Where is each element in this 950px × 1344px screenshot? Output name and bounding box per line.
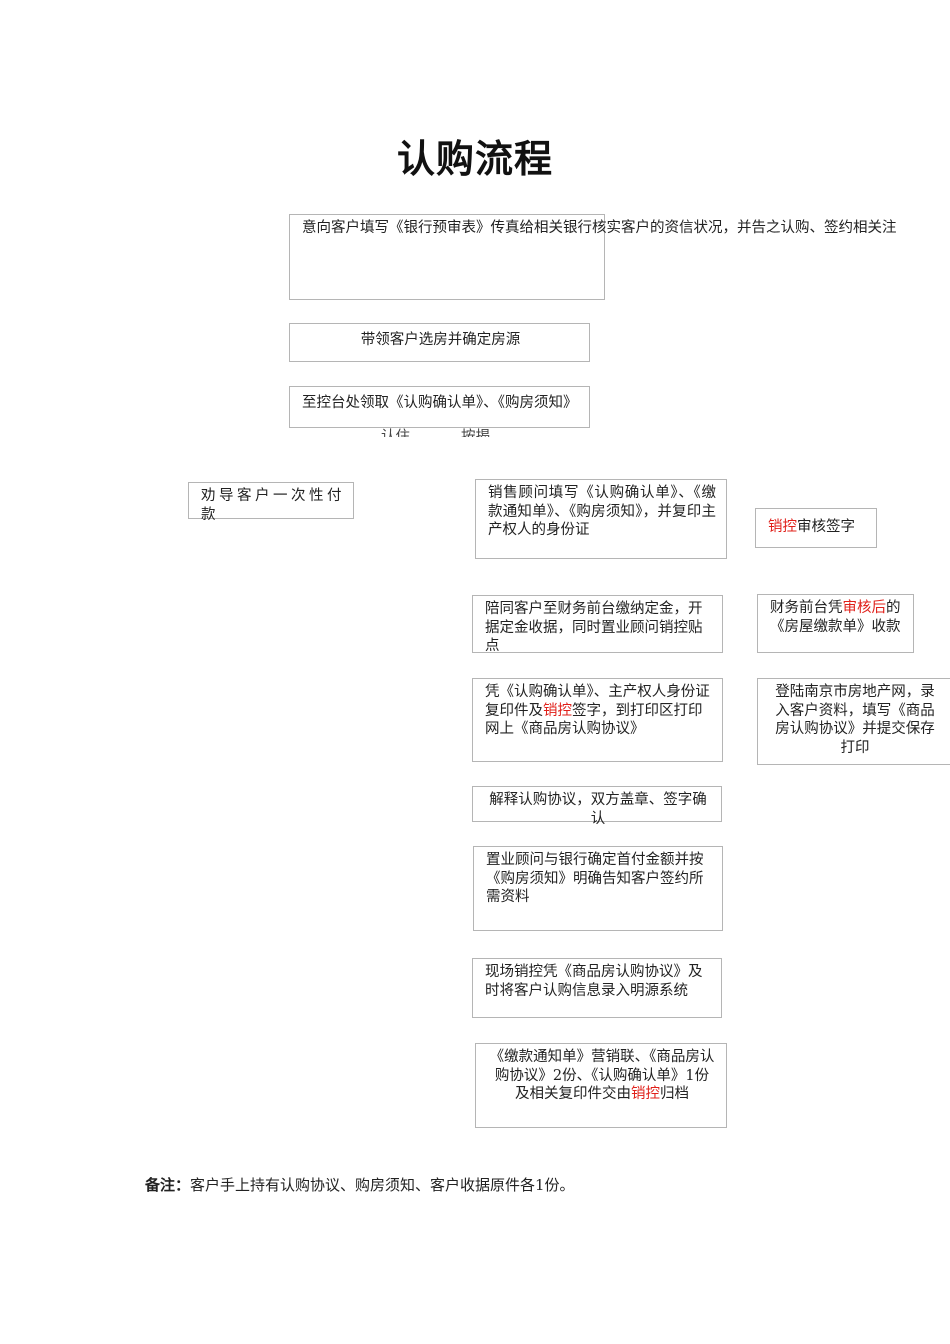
step-deposit: 陪同客户至财务前台缴纳定金，开据定金收据，同时置业顾问销控贴点 [472, 595, 723, 654]
step-nanjing-online-text: 登陆南京市房地产网，录入客户资料，填写《商品房认购协议》并提交保存打印 [775, 684, 935, 756]
step-explain-agreement: 解释认购协议，双方盖章、签字确认 [472, 786, 722, 827]
control-sign-red: 销控 [768, 519, 797, 535]
step-one-time-payment-text: 劝导客户一次性付款 [201, 488, 343, 523]
step-collect-forms: 至控台处领取《认购确认单》、《购房须知》 [289, 386, 590, 428]
control-sign-rest: 审核签字 [797, 519, 855, 535]
step-fill-forms: 销售顾问填写《认购确认单》、《缴款通知单》、《购房须知》，并复印主产权人的身份证 [475, 479, 727, 559]
step-control-sign-text: 销控审核签字 [768, 518, 866, 537]
step-bank-precheck: 意向客户填写《银行预审表》传真给相关银行核实客户的资信状况，并告之认购、签约相关… [289, 214, 897, 300]
step-bank-down-payment-text: 置业顾问与银行确定首付金额并按《购房须知》明确告知客户签约所需资料 [486, 852, 704, 905]
step-fill-forms-text: 销售顾问填写《认购确认单》、《缴款通知单》、《购房须知》，并复印主产权人的身份证 [488, 485, 716, 538]
footnote: 备注：客户手上持有认购协议、购房须知、客户收据原件各1份。 [145, 1174, 575, 1195]
archive-post: 归档 [660, 1086, 689, 1102]
archive-red: 销控 [631, 1086, 660, 1102]
step-choose-unit: 带领客户选房并确定房源 [289, 323, 590, 362]
step-one-time-payment: 劝导客户一次性付款 [188, 482, 354, 523]
step-archive-text: 《缴款通知单》营销联、《商品房认购协议》2份、《认购确认单》1份及相关复印件交由… [488, 1048, 716, 1104]
finance-receipt-pre: 财务前台凭 [770, 600, 843, 616]
branch-fragment-left: 认住 [381, 429, 410, 437]
page-title: 认购流程 [396, 137, 553, 181]
step-system-entry: 现场销控凭《商品房认购协议》及时将客户认购信息录入明源系统 [472, 958, 722, 1018]
step-control-sign: 销控审核签字 [755, 508, 877, 548]
footnote-text: 客户手上持有认购协议、购房须知、客户收据原件各1份。 [190, 1176, 575, 1194]
step-choose-unit-text: 带领客户选房并确定房源 [360, 332, 521, 348]
step-finance-receipt-text: 财务前台凭审核后的《房屋缴款单》收款 [770, 599, 903, 636]
finance-receipt-red: 审核后 [842, 600, 887, 616]
step-print-agreement: 凭《认购确认单》、主产权人身份证复印件及销控签字，到打印区打印网上《商品房认购协… [472, 678, 723, 762]
branch-fragment-right: 按揭 [461, 429, 490, 437]
step-archive: 《缴款通知单》营销联、《商品房认购协议》2份、《认购确认单》1份及相关复印件交由… [475, 1043, 727, 1128]
step-deposit-text: 陪同客户至财务前台缴纳定金，开据定金收据，同时置业顾问销控贴点 [485, 601, 703, 654]
step-explain-agreement-text: 解释认购协议，双方盖章、签字确认 [489, 792, 707, 827]
step-print-agreement-text: 凭《认购确认单》、主产权人身份证复印件及销控签字，到打印区打印网上《商品房认购协… [485, 683, 712, 739]
footnote-label: 备注： [145, 1176, 191, 1194]
step-system-entry-text: 现场销控凭《商品房认购协议》及时将客户认购信息录入明源系统 [485, 964, 703, 999]
step-nanjing-online: 登陆南京市房地产网，录入客户资料，填写《商品房认购协议》并提交保存打印 [757, 678, 950, 765]
step-finance-receipt: 财务前台凭审核后的《房屋缴款单》收款 [757, 594, 914, 653]
step-bank-down-payment: 置业顾问与银行确定首付金额并按《购房须知》明确告知客户签约所需资料 [473, 846, 723, 931]
print-agreement-red: 销控 [543, 702, 572, 719]
step-bank-precheck-text: 意向客户填写《银行预审表》传真给相关银行核实客户的资信状况，并告之认购、签约相关… [302, 220, 897, 236]
step-collect-forms-text: 至控台处领取《认购确认单》、《购房须知》 [302, 395, 578, 411]
